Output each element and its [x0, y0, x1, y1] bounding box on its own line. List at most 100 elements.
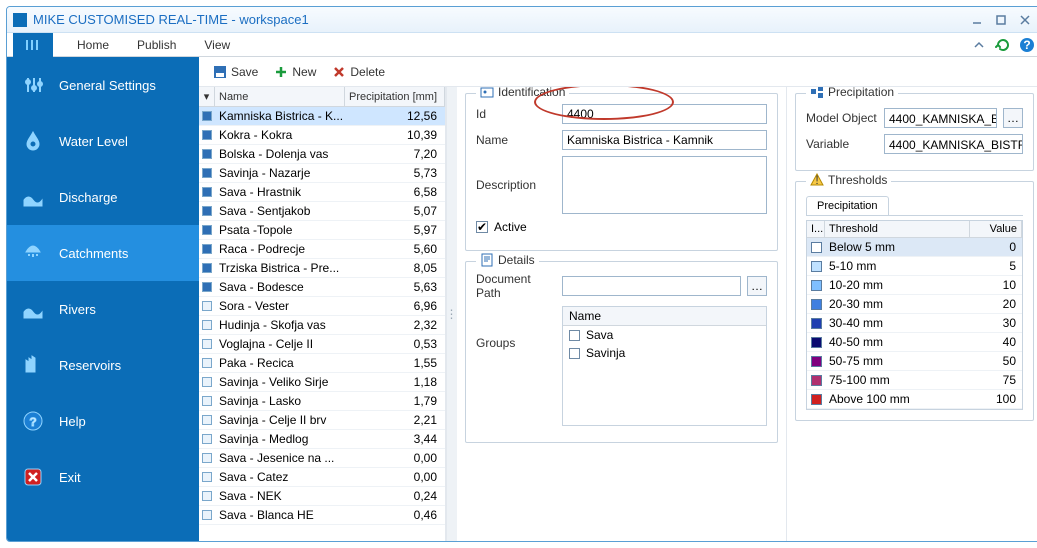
threshold-row[interactable]: 40-50 mm40	[807, 333, 1022, 352]
row-checkbox[interactable]	[199, 358, 215, 368]
sidebar-icon	[21, 465, 45, 489]
maximize-button[interactable]	[990, 12, 1012, 28]
row-checkbox[interactable]	[199, 339, 215, 349]
row-checkbox[interactable]	[199, 111, 215, 121]
groups-row[interactable]: Sava	[563, 326, 766, 344]
list-rows[interactable]: Kamniska Bistrica - K...12,56Kokra - Kok…	[199, 107, 445, 541]
threshold-row[interactable]: 75-100 mm75	[807, 371, 1022, 390]
list-row[interactable]: Sava - Jesenice na ...0,00	[199, 449, 445, 468]
model-object-browse-button[interactable]: …	[1003, 108, 1023, 128]
threshold-row[interactable]: 30-40 mm30	[807, 314, 1022, 333]
name-field[interactable]	[562, 130, 767, 150]
groups-table[interactable]: Name SavaSavinja	[562, 306, 767, 426]
row-checkbox[interactable]	[199, 282, 215, 292]
list-row[interactable]: Savinja - Nazarje5,73	[199, 164, 445, 183]
thresholds-table[interactable]: I... Threshold Value Below 5 mm05-10 mm5…	[806, 220, 1023, 410]
row-name: Savinja - Nazarje	[215, 166, 361, 180]
sidebar-item-discharge[interactable]: Discharge	[7, 169, 199, 225]
sidebar-item-water-level[interactable]: Water Level	[7, 113, 199, 169]
sidebar-item-help[interactable]: ?Help	[7, 393, 199, 449]
row-checkbox[interactable]	[199, 510, 215, 520]
menu-publish[interactable]: Publish	[123, 33, 190, 56]
delete-button[interactable]: Delete	[326, 63, 391, 81]
id-label: Id	[476, 107, 556, 121]
row-checkbox[interactable]	[199, 453, 215, 463]
model-object-field[interactable]: 4400_KAMNISKA_BISTRICA_...	[884, 108, 997, 128]
row-checkbox[interactable]	[199, 263, 215, 273]
variable-field[interactable]: 4400_KAMNISKA_BISTRICA_KAM	[884, 134, 1023, 154]
row-checkbox[interactable]	[199, 472, 215, 482]
list-row[interactable]: Sora - Vester6,96	[199, 297, 445, 316]
sidebar-item-general-settings[interactable]: General Settings	[7, 57, 199, 113]
description-field[interactable]	[562, 156, 767, 214]
list-row[interactable]: Bolska - Dolenja vas7,20	[199, 145, 445, 164]
row-checkbox[interactable]	[199, 187, 215, 197]
list-row[interactable]: Savinja - Veliko Sirje1,18	[199, 373, 445, 392]
list-row[interactable]: Savinja - Lasko1,79	[199, 392, 445, 411]
col-precip[interactable]: Precipitation [mm]	[345, 87, 445, 106]
list-row[interactable]: Sava - Hrastnik6,58	[199, 183, 445, 202]
row-checkbox[interactable]	[199, 168, 215, 178]
new-button[interactable]: New	[268, 63, 322, 81]
row-checkbox[interactable]	[199, 396, 215, 406]
tab-precipitation[interactable]: Precipitation	[806, 196, 889, 215]
row-checkbox[interactable]	[199, 225, 215, 235]
row-checkbox[interactable]	[199, 244, 215, 254]
row-checkbox[interactable]	[199, 149, 215, 159]
sidebar-item-reservoirs[interactable]: Reservoirs	[7, 337, 199, 393]
docpath-browse-button[interactable]: …	[747, 276, 767, 296]
save-button[interactable]: Save	[207, 63, 264, 81]
col-name[interactable]: Name	[215, 87, 345, 106]
groups-row[interactable]: Savinja	[563, 344, 766, 362]
menu-view[interactable]: View	[190, 33, 244, 56]
docpath-field[interactable]	[562, 276, 741, 296]
list-row[interactable]: Savinja - Medlog3,44	[199, 430, 445, 449]
collapse-ribbon-icon[interactable]	[970, 36, 988, 54]
refresh-icon[interactable]	[994, 36, 1012, 54]
help-icon[interactable]: ?	[1018, 36, 1036, 54]
list-row[interactable]: Voglajna - Celje II0,53	[199, 335, 445, 354]
row-checkbox[interactable]	[199, 415, 215, 425]
splitter[interactable]: ⋮	[447, 87, 457, 541]
color-swatch-icon	[811, 356, 822, 367]
menu-home[interactable]: Home	[63, 33, 123, 56]
sidebar: General SettingsWater LevelDischargeCatc…	[7, 57, 199, 541]
list-row[interactable]: Trziska Bistrica - Pre...8,05	[199, 259, 445, 278]
list-row[interactable]: Hudinja - Skofja vas2,32	[199, 316, 445, 335]
list-row[interactable]: Savinja - Celje II brv2,21	[199, 411, 445, 430]
row-checkbox[interactable]	[199, 491, 215, 501]
details-title: Details	[498, 253, 535, 267]
row-checkbox[interactable]	[199, 434, 215, 444]
row-checkbox[interactable]	[199, 377, 215, 387]
row-checkbox[interactable]	[199, 320, 215, 330]
threshold-row[interactable]: 20-30 mm20	[807, 295, 1022, 314]
list-row[interactable]: Psata -Topole5,97	[199, 221, 445, 240]
th-col-label[interactable]: Threshold	[825, 221, 970, 237]
th-col-value[interactable]: Value	[970, 221, 1022, 237]
row-checkbox[interactable]	[199, 301, 215, 311]
sidebar-item-exit[interactable]: Exit	[7, 449, 199, 505]
threshold-row[interactable]: Above 100 mm100	[807, 390, 1022, 409]
close-button[interactable]	[1014, 12, 1036, 28]
sidebar-item-catchments[interactable]: Catchments	[7, 225, 199, 281]
list-row[interactable]: Sava - NEK0,24	[199, 487, 445, 506]
threshold-row[interactable]: 10-20 mm10	[807, 276, 1022, 295]
list-row[interactable]: Paka - Recica1,55	[199, 354, 445, 373]
list-row[interactable]: Sava - Catez0,00	[199, 468, 445, 487]
active-checkbox[interactable]: ✔Active	[476, 220, 527, 234]
sidebar-item-rivers[interactable]: Rivers	[7, 281, 199, 337]
list-row[interactable]: Sava - Bodesce5,63	[199, 278, 445, 297]
row-checkbox[interactable]	[199, 130, 215, 140]
id-field[interactable]	[562, 104, 767, 124]
sort-indicator-icon[interactable]: ▾	[199, 87, 215, 106]
list-row[interactable]: Raca - Podrecje5,60	[199, 240, 445, 259]
list-row[interactable]: Kokra - Kokra10,39	[199, 126, 445, 145]
threshold-row[interactable]: 50-75 mm50	[807, 352, 1022, 371]
list-row[interactable]: Sava - Sentjakob5,07	[199, 202, 445, 221]
threshold-row[interactable]: 5-10 mm5	[807, 257, 1022, 276]
threshold-row[interactable]: Below 5 mm0	[807, 238, 1022, 257]
list-row[interactable]: Sava - Blanca HE0,46	[199, 506, 445, 525]
minimize-button[interactable]	[966, 12, 988, 28]
list-row[interactable]: Kamniska Bistrica - K...12,56	[199, 107, 445, 126]
row-checkbox[interactable]	[199, 206, 215, 216]
